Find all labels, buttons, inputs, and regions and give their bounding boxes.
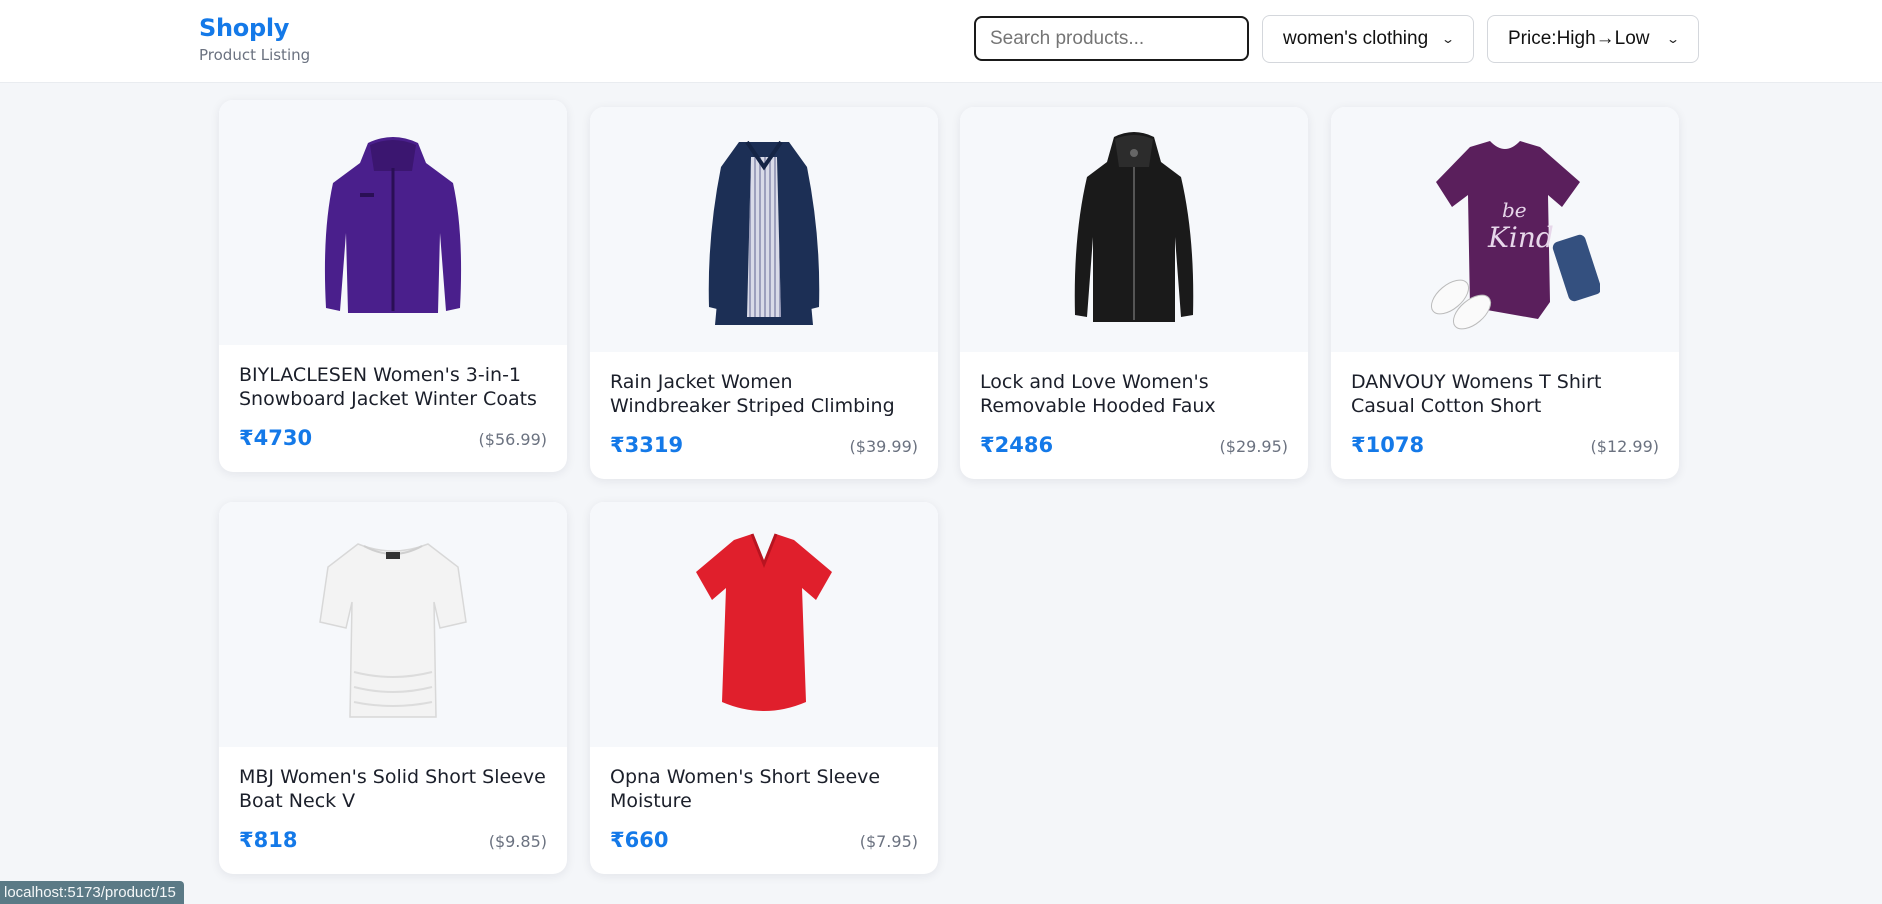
- price-usd: ($7.95): [859, 832, 918, 851]
- price-inr: ₹818: [239, 828, 298, 852]
- product-card[interactable]: MBJ Women's Solid Short Sleeve Boat Neck…: [219, 502, 567, 874]
- product-title[interactable]: MBJ Women's Solid Short Sleeve Boat Neck…: [239, 765, 547, 813]
- black-leather-jacket-image: [1074, 132, 1194, 322]
- svg-text:be: be: [1502, 198, 1527, 222]
- price-inr: ₹3319: [610, 433, 684, 457]
- product-title[interactable]: Opna Women's Short Sleeve Moisture: [610, 765, 918, 813]
- chevron-down-icon: ⌄: [1665, 32, 1681, 46]
- top-header: Shoply Product Listing women's clothing …: [0, 0, 1882, 83]
- product-card[interactable]: BIYLACLESEN Women's 3-in-1 Snowboard Jac…: [219, 100, 567, 472]
- category-select[interactable]: women's clothing ⌄: [1262, 15, 1474, 63]
- white-top-image: [319, 543, 467, 718]
- chevron-down-icon: ⌄: [1440, 32, 1456, 46]
- brand-logo-text[interactable]: Shoply: [199, 14, 310, 42]
- product-title[interactable]: Lock and Love Women's Removable Hooded F…: [980, 370, 1288, 418]
- search-input[interactable]: [974, 16, 1249, 61]
- product-image[interactable]: [960, 107, 1308, 352]
- product-image[interactable]: [219, 100, 567, 345]
- product-image[interactable]: [219, 502, 567, 747]
- price-usd: ($56.99): [478, 430, 547, 449]
- price-inr: ₹660: [610, 828, 669, 852]
- sort-select[interactable]: Price:High→Low ⌄: [1487, 15, 1699, 63]
- price-usd: ($9.85): [488, 832, 547, 851]
- red-tshirt-image: [696, 533, 832, 711]
- purple-tshirt-image: be Kind: [1430, 141, 1600, 330]
- product-title[interactable]: Rain Jacket Women Windbreaker Striped Cl…: [610, 370, 918, 418]
- product-card[interactable]: Lock and Love Women's Removable Hooded F…: [960, 107, 1308, 479]
- page-subtitle: Product Listing: [199, 46, 311, 64]
- product-title[interactable]: BIYLACLESEN Women's 3-in-1 Snowboard Jac…: [239, 363, 547, 411]
- sort-select-value: Price:High→Low: [1508, 28, 1650, 49]
- brand: Shoply Product Listing: [199, 14, 310, 64]
- category-select-value: women's clothing: [1283, 28, 1429, 49]
- price-usd: ($39.99): [849, 437, 918, 456]
- product-card[interactable]: Rain Jacket Women Windbreaker Striped Cl…: [590, 107, 938, 479]
- product-image[interactable]: [590, 502, 938, 747]
- status-bar-url: localhost:5173/product/15: [0, 881, 184, 904]
- price-usd: ($29.95): [1219, 437, 1288, 456]
- purple-jacket-image: [324, 136, 462, 313]
- product-title[interactable]: DANVOUY Womens T Shirt Casual Cotton Sho…: [1351, 370, 1659, 418]
- product-card[interactable]: be Kind DANVOUY Womens T Shirt Casual Co…: [1331, 107, 1679, 479]
- svg-text:Kind: Kind: [1487, 221, 1554, 254]
- product-card[interactable]: Opna Women's Short Sleeve Moisture ₹660 …: [590, 502, 938, 874]
- product-image[interactable]: be Kind: [1331, 107, 1679, 352]
- product-image[interactable]: [590, 107, 938, 352]
- price-inr: ₹4730: [239, 426, 313, 450]
- navy-raincoat-image: [708, 140, 820, 325]
- price-usd: ($12.99): [1590, 437, 1659, 456]
- price-inr: ₹2486: [980, 433, 1054, 457]
- price-inr: ₹1078: [1351, 433, 1425, 457]
